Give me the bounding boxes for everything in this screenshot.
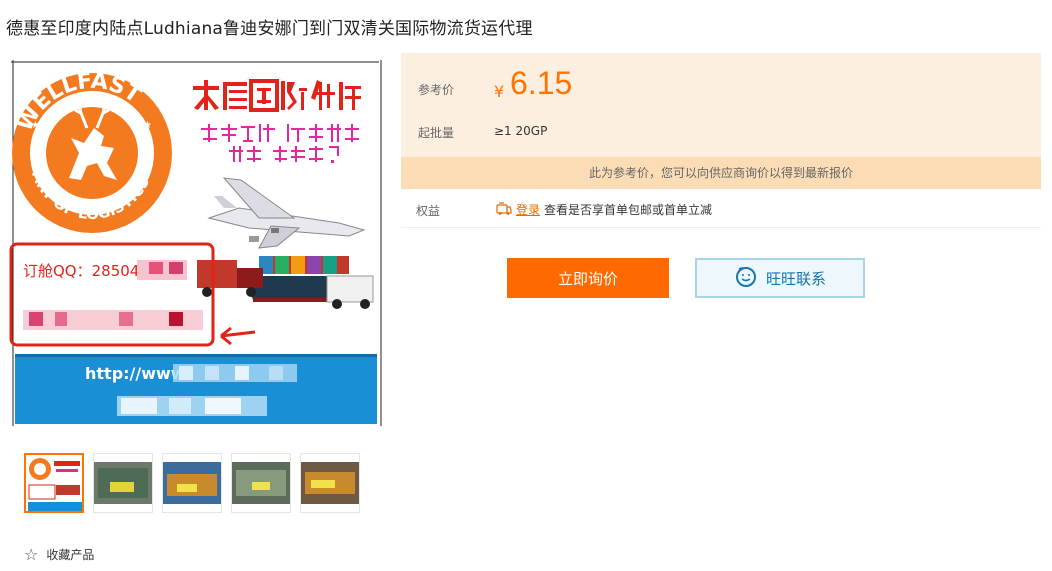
favorite-product[interactable]: ☆ 收藏产品 [24,545,94,564]
wangwang-button[interactable]: 旺旺联系 [695,258,865,298]
favorite-label: 收藏产品 [46,548,95,562]
thumbnail-1[interactable] [24,453,84,513]
thumbnail-2[interactable] [93,453,153,513]
rights-text: 查看是否享首单包邮或首单立减 [544,203,713,217]
qq-text: 订舱QQ：28504 [23,262,139,280]
thumbnail-3[interactable] [162,453,222,513]
thumbnail-5[interactable] [300,453,360,513]
price-panel: 参考价 ¥ 6.15 起批量 ≥1 20GP [401,53,1041,157]
main-product-image[interactable]: ★ ★ WELLFAST ART OF LOGISTICS 订舱QQ：28504… [9,58,385,430]
coupon-icon [496,201,512,218]
svg-text:★: ★ [143,120,152,131]
banner-title [191,79,361,112]
rights-row: 权益 登录 查看是否享首单包邮或首单立减 [401,189,1041,228]
product-title: 德惠至印度内陆点Ludhiana鲁迪安娜门到门双清关国际物流货运代理 [6,19,533,39]
thumbnail-strip [24,453,360,513]
url-text: http://www [85,364,186,383]
website-banner: http://www [15,354,377,424]
inquire-button[interactable]: 立即询价 [507,258,669,298]
wangwang-label: 旺旺联系 [765,269,826,288]
thumbnail-4[interactable] [231,453,291,513]
login-link[interactable]: 登录 [516,201,540,218]
price-notice: 此为参考价，您可以向供应商询价以得到最新报价 [401,157,1041,189]
currency-symbol: ¥ [494,82,505,101]
star-icon: ☆ [24,545,39,564]
wangwang-icon [734,264,758,292]
moq-value: ≥1 20GP [494,124,548,138]
price-label: 参考价 [418,83,455,97]
rights-label: 权益 [416,204,441,218]
price-value: 6.15 [510,65,573,101]
moq-label: 起批量 [418,126,455,140]
